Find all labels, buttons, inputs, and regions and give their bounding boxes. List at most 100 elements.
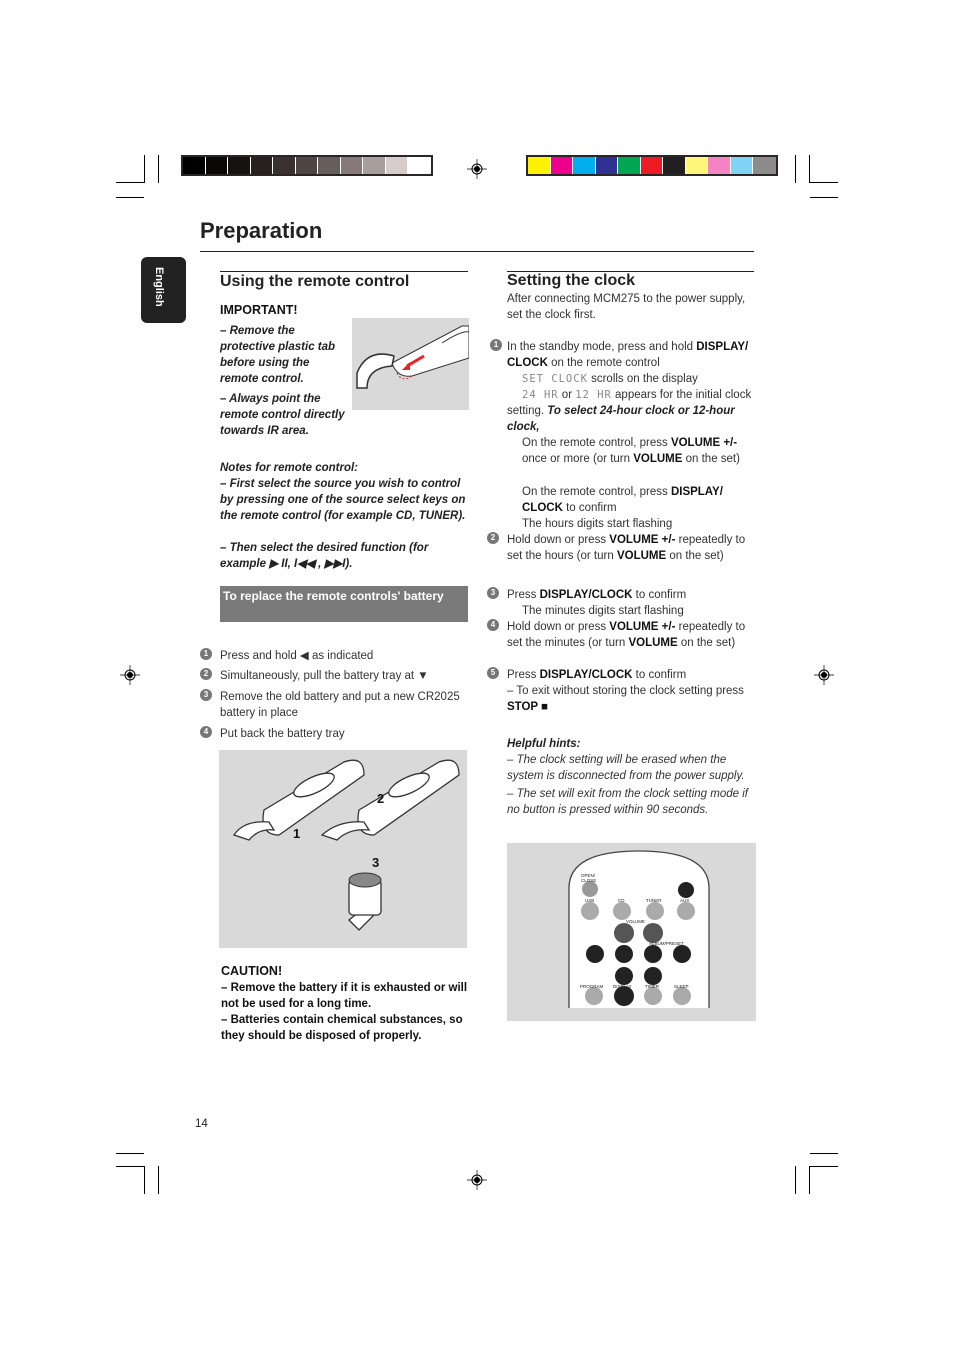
remote-label-album-preset: ALBUM/PRESET — [649, 941, 684, 946]
clock-step-5: Press DISPLAY/CLOCK to confirm — [507, 669, 687, 681]
battery-step-3: Remove the old battery and put a new CR2… — [220, 691, 460, 719]
color-swatch — [228, 157, 251, 174]
color-swatch — [340, 157, 363, 174]
important-note-1: – Remove the protective plastic tab befo… — [220, 325, 336, 385]
remote-label-volume: VOLUME — [626, 919, 646, 924]
color-swatch — [685, 157, 708, 174]
crop-mark — [795, 1166, 796, 1194]
note-2: – Then select the desired function (for … — [220, 542, 429, 570]
language-label: English — [153, 267, 165, 307]
replace-battery-banner: To replace the remote controls' battery — [220, 586, 468, 622]
crop-mark — [809, 155, 810, 183]
figure-label-3: 3 — [372, 855, 380, 870]
color-swatch — [753, 157, 776, 174]
crop-mark — [116, 197, 144, 198]
crop-mark — [144, 155, 145, 183]
hint-1: – The clock setting will be erased when … — [507, 754, 745, 782]
step-number-2: 2 — [487, 532, 499, 544]
clock-step-4: Hold down or press VOLUME +/- repeatedly… — [507, 621, 746, 649]
section-heading-remote: Using the remote control — [220, 273, 410, 290]
crop-mark — [795, 155, 796, 183]
remove-plastic-tab-illustration — [352, 318, 470, 410]
important-label: IMPORTANT! — [220, 303, 298, 317]
registration-mark-icon — [814, 665, 834, 685]
color-swatch — [273, 157, 296, 174]
remote-label-open-close: OPEN/ CLOSE — [581, 873, 597, 883]
battery-step-2: Simultaneously, pull the battery tray at… — [220, 670, 429, 682]
divider — [220, 271, 468, 272]
remote-label-usb: USB — [585, 898, 595, 903]
color-calibration-bar — [526, 155, 778, 176]
set-clock-display-line: SET CLOCK scrolls on the display — [522, 373, 698, 385]
step-number-5: 5 — [487, 667, 499, 679]
page-number: 14 — [195, 1118, 208, 1130]
crop-mark — [116, 1166, 144, 1167]
remote-label-aux: AUX — [680, 898, 690, 903]
registration-mark-icon — [467, 159, 487, 179]
remote-label-display: DISPLAY — [613, 984, 632, 989]
note-1: – First select the source you wish to co… — [220, 478, 466, 522]
color-swatch — [573, 157, 596, 174]
language-tab: English — [141, 257, 186, 323]
remote-label-tuner: TUNER — [646, 898, 662, 903]
battery-step-1: Press and hold ◀ as indicated — [220, 650, 374, 662]
crop-mark — [144, 1166, 145, 1194]
crop-mark — [116, 182, 144, 183]
color-swatch — [595, 157, 618, 174]
step-number-1: 1 — [490, 339, 502, 351]
color-swatch — [295, 157, 318, 174]
step-number-1: 1 — [200, 648, 212, 660]
color-swatch — [708, 157, 731, 174]
color-swatch — [363, 157, 386, 174]
crop-mark — [810, 1166, 838, 1167]
step-number-4: 4 — [487, 619, 499, 631]
notes-title: Notes for remote control: — [220, 462, 359, 474]
crop-mark — [116, 1153, 144, 1154]
hour-format-line: 24 HR or 12 HR appears for the initial c… — [507, 389, 752, 433]
page-title: Preparation — [200, 218, 323, 243]
registration-mark-icon — [467, 1170, 487, 1190]
color-swatch — [318, 157, 341, 174]
color-swatch — [250, 157, 273, 174]
registration-mark-icon — [120, 665, 140, 685]
step-number-3: 3 — [200, 689, 212, 701]
color-swatch — [550, 157, 573, 174]
battery-replacement-illustration: 1 2 3 — [219, 750, 467, 948]
crop-mark — [158, 155, 159, 183]
hours-flashing: The hours digits start flashing — [522, 518, 673, 530]
exit-note: – To exit without storing the clock sett… — [507, 685, 744, 713]
minutes-flashing: The minutes digits start flashing — [522, 605, 684, 617]
hints-title: Helpful hints: — [507, 738, 581, 750]
clock-intro: After connecting MCM275 to the power sup… — [507, 293, 746, 321]
color-swatch — [408, 157, 431, 174]
important-note-2: – Always point the remote control direct… — [220, 393, 345, 437]
color-swatch — [618, 157, 641, 174]
remote-label-sleep: SLEEP — [674, 984, 689, 989]
step-number-3: 3 — [487, 587, 499, 599]
hint-2: – The set will exit from the clock setti… — [507, 788, 748, 816]
caution-title: CAUTION! — [221, 964, 283, 978]
crop-mark — [158, 1166, 159, 1194]
step-number-2: 2 — [200, 668, 212, 680]
remote-control-illustration: OPEN/ CLOSE USB CD TUNER AUX VOLUME ALBU… — [507, 843, 756, 1021]
color-swatch — [183, 157, 206, 174]
step-number-4: 4 — [200, 726, 212, 738]
color-swatch — [205, 157, 228, 174]
section-heading-clock: Setting the clock — [507, 272, 636, 289]
crop-mark — [809, 1166, 810, 1194]
figure-label-2: 2 — [377, 791, 385, 806]
crop-mark — [810, 197, 838, 198]
remote-label-program: PROGRAM — [580, 984, 604, 989]
color-swatch — [663, 157, 686, 174]
battery-step-4: Put back the battery tray — [220, 728, 345, 740]
divider — [200, 251, 754, 252]
grayscale-calibration-bar — [181, 155, 433, 176]
caution-2: – Batteries contain chemical substances,… — [221, 1014, 463, 1042]
remote-label-cd: CD — [618, 898, 625, 903]
crop-mark — [810, 182, 838, 183]
color-swatch — [528, 157, 551, 174]
figure-label-1: 1 — [293, 826, 301, 841]
clock-step-3: Press DISPLAY/CLOCK to confirm — [507, 589, 687, 601]
crop-mark — [810, 1153, 838, 1154]
clock-step-1: In the standby mode, press and hold DISP… — [507, 341, 749, 369]
